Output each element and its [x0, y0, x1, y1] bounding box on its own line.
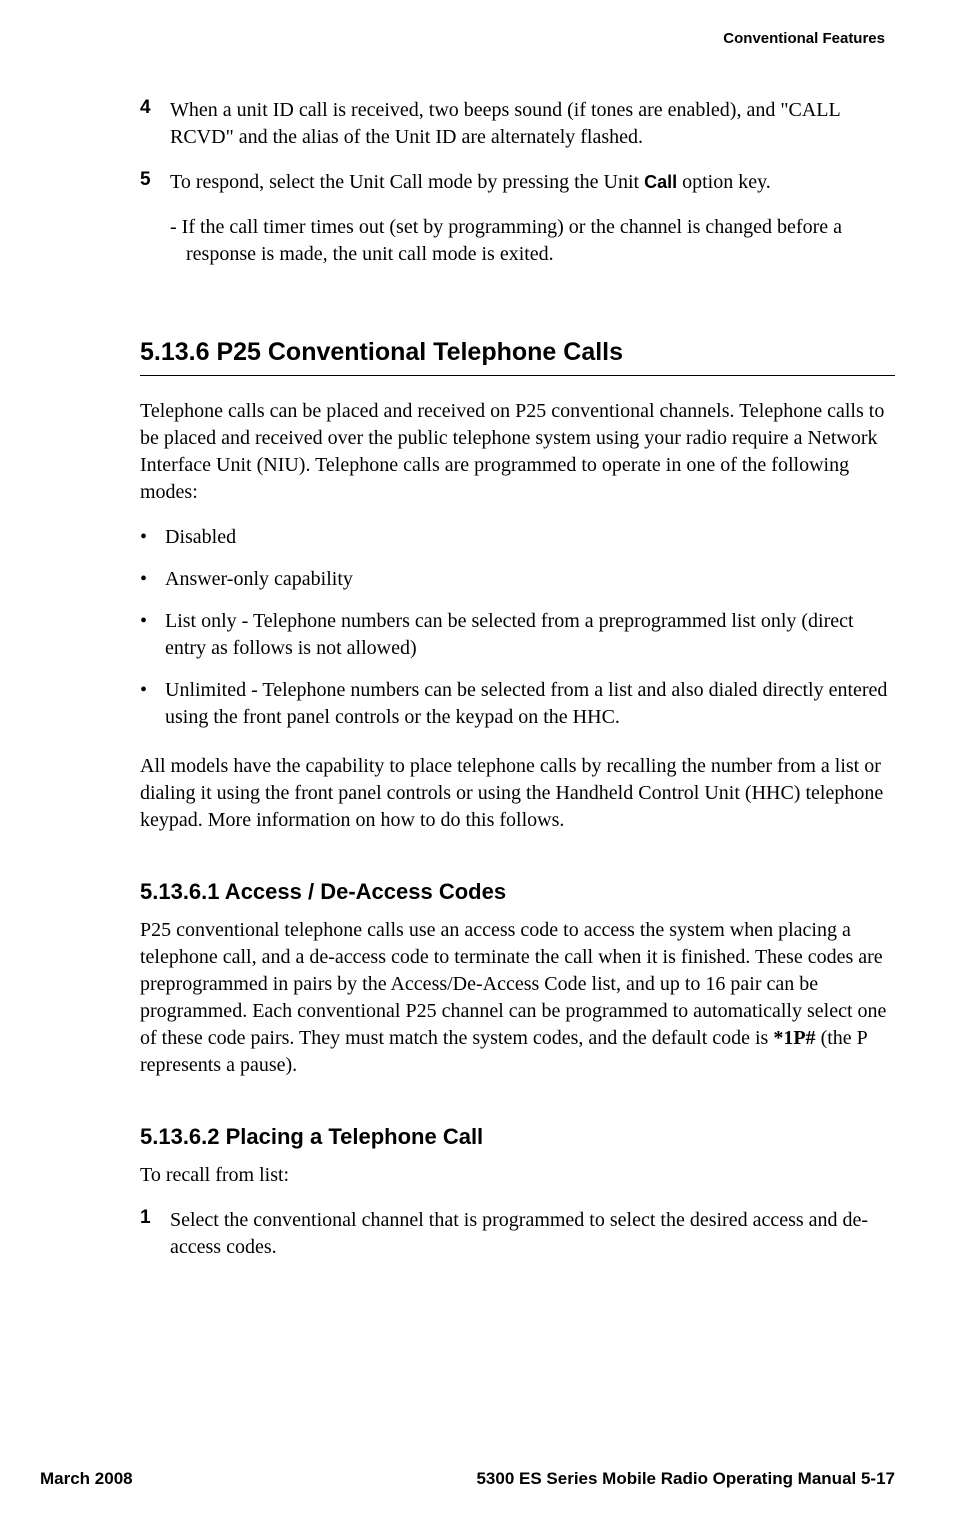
page-footer: March 2008 5300 ES Series Mobile Radio O… [40, 1469, 895, 1489]
step-text: To respond, select the Unit Call mode by… [170, 169, 771, 196]
body-paragraph: Telephone calls can be placed and receiv… [140, 398, 895, 506]
bullet-icon: • [140, 608, 165, 662]
section-heading-5-13-6: 5.13.6 P25 Conventional Telephone Calls [140, 338, 895, 367]
bullet-icon: • [140, 677, 165, 731]
footer-date: March 2008 [40, 1469, 133, 1489]
sub-list-item: - If the call timer times out (set by pr… [170, 214, 895, 268]
text-fragment: option key. [677, 171, 771, 193]
step-number: 1 [140, 1207, 170, 1261]
body-paragraph: P25 conventional telephone calls use an … [140, 917, 895, 1079]
bullet-item: • Answer-only capability [140, 566, 895, 593]
bullet-item: • Unlimited - Telephone numbers can be s… [140, 677, 895, 731]
bullet-text: Disabled [165, 524, 236, 551]
heading-divider [140, 375, 895, 376]
step-number: 5 [140, 169, 170, 196]
subsection-heading-5-13-6-2: 5.13.6.2 Placing a Telephone Call [140, 1124, 895, 1150]
bullet-item: • Disabled [140, 524, 895, 551]
page-header-section-title: Conventional Features [80, 30, 895, 47]
list-item-step-1: 1 Select the conventional channel that i… [140, 1207, 895, 1261]
body-paragraph: To recall from list: [140, 1162, 895, 1189]
subsection-heading-5-13-6-1: 5.13.6.1 Access / De-Access Codes [140, 879, 895, 905]
bullet-item: • List only - Telephone numbers can be s… [140, 608, 895, 662]
bullet-icon: • [140, 566, 165, 593]
list-item-step-5: 5 To respond, select the Unit Call mode … [140, 169, 895, 196]
text-fragment: To respond, select the Unit Call mode by… [170, 171, 644, 193]
footer-manual-info: 5300 ES Series Mobile Radio Operating Ma… [476, 1469, 895, 1489]
step-text: When a unit ID call is received, two bee… [170, 97, 895, 151]
step-text: Select the conventional channel that is … [170, 1207, 895, 1261]
step-number: 4 [140, 97, 170, 151]
bullet-text: List only - Telephone numbers can be sel… [165, 608, 895, 662]
body-paragraph: All models have the capability to place … [140, 753, 895, 834]
bullet-text: Answer-only capability [165, 566, 353, 593]
bold-text: *1P# [773, 1027, 815, 1049]
bullet-text: Unlimited - Telephone numbers can be sel… [165, 677, 895, 731]
list-item-step-4: 4 When a unit ID call is received, two b… [140, 97, 895, 151]
bold-text: Call [644, 172, 677, 192]
bullet-icon: • [140, 524, 165, 551]
